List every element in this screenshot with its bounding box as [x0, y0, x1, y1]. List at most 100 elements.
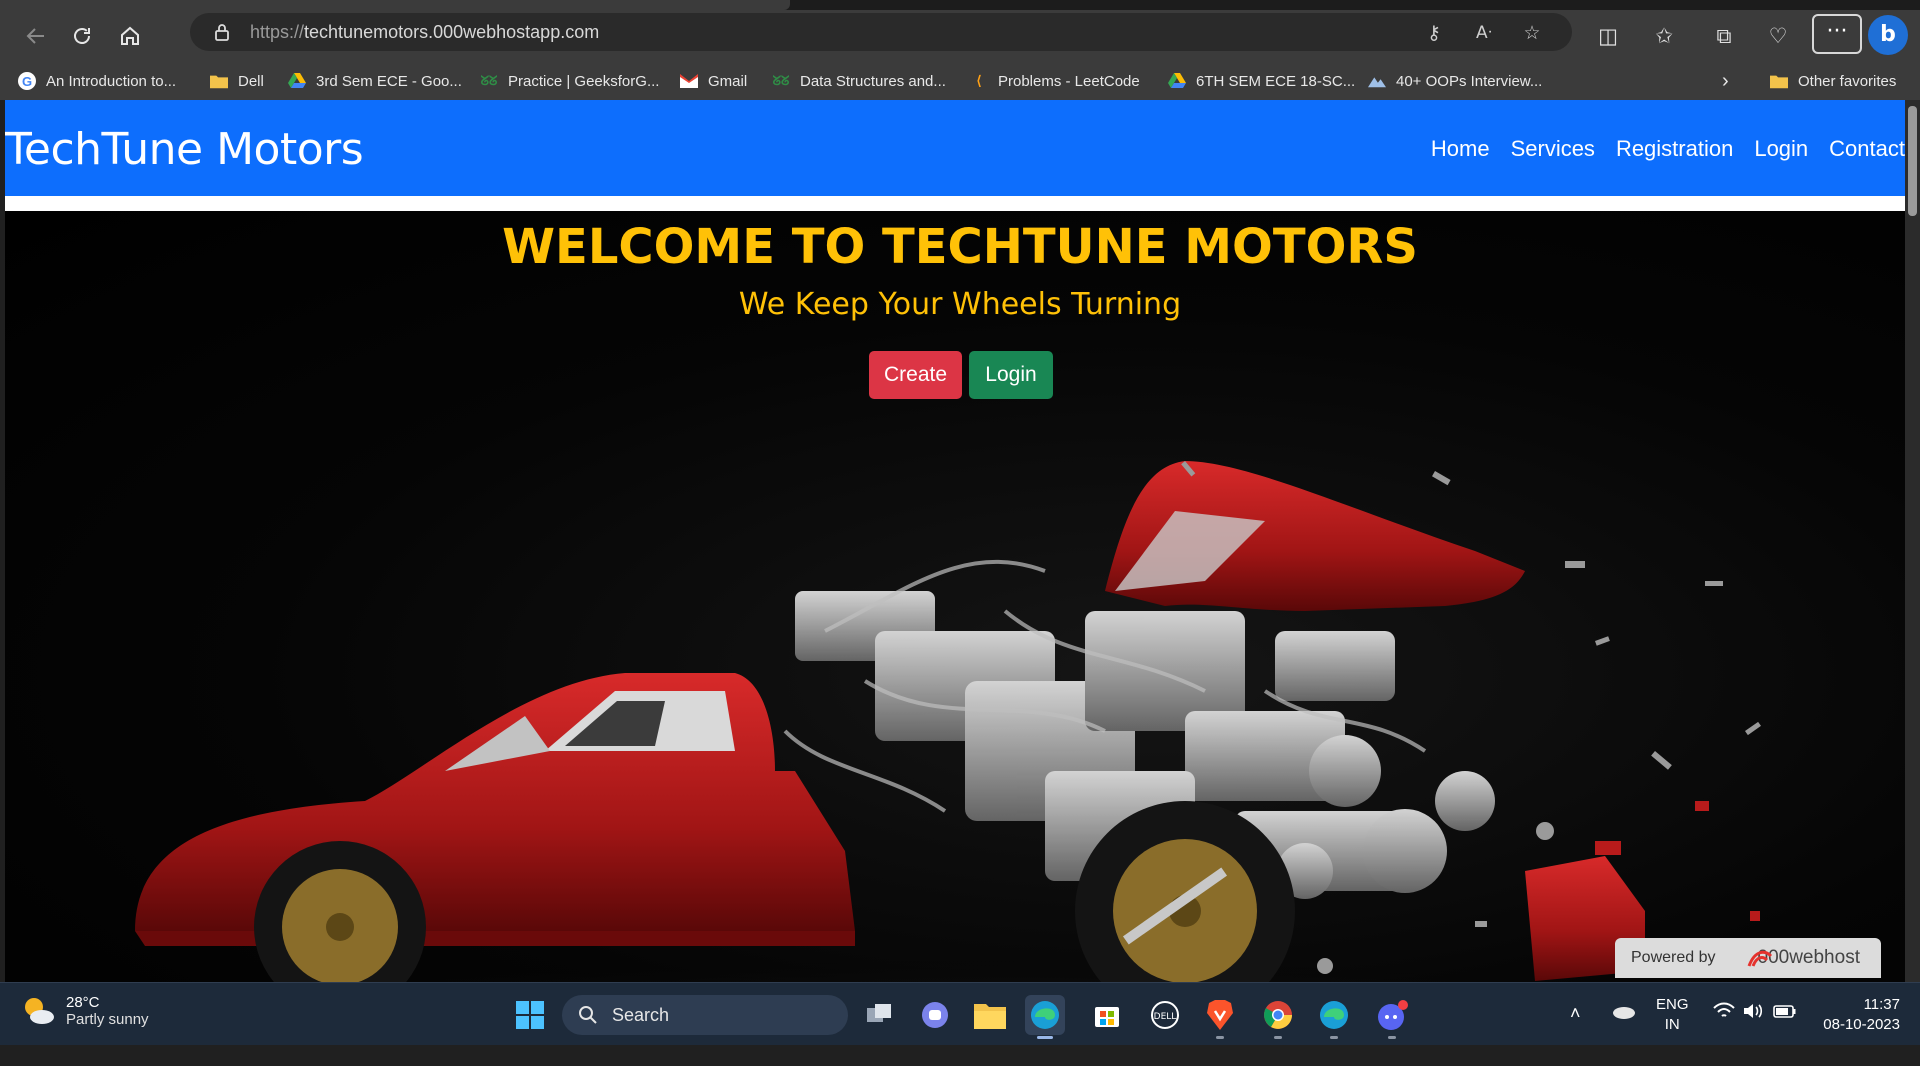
nav-registration[interactable]: Registration: [1616, 136, 1733, 162]
discord-button[interactable]: [1372, 995, 1412, 1039]
weather-temperature: 28°C: [66, 994, 100, 1011]
chat-icon: [922, 1002, 948, 1028]
favorite-item[interactable]: ᘜᘜ Data Structures and...: [772, 67, 946, 95]
back-button[interactable]: [18, 18, 54, 54]
exploded-car-image: [55, 460, 1855, 982]
home-icon: [121, 26, 139, 45]
brave-icon: [1207, 1000, 1233, 1030]
store-button[interactable]: [1087, 995, 1127, 1035]
running-indicator: [1274, 1036, 1282, 1039]
nav-login[interactable]: Login: [1754, 136, 1808, 162]
key-icon[interactable]: ⚷: [1422, 21, 1446, 45]
start-button[interactable]: [510, 995, 550, 1035]
geeksforgeeks-icon: ᘜᘜ: [480, 73, 498, 88]
back-arrow-icon: [26, 28, 44, 44]
dell-app-button[interactable]: DELL: [1145, 995, 1185, 1035]
hero-section: WELCOME TO TECHTUNE MOTORS We Keep Your …: [5, 211, 1905, 982]
task-view-button[interactable]: [859, 995, 899, 1035]
more-menu-button[interactable]: ···: [1812, 14, 1862, 54]
geeksforgeeks-icon: ᘜᘜ: [772, 73, 790, 88]
favorite-item[interactable]: G An Introduction to...: [18, 67, 176, 95]
folder-icon: [974, 1004, 1006, 1029]
interviewbit-icon: [1368, 72, 1386, 90]
chrome-button[interactable]: [1258, 995, 1298, 1039]
favorite-item[interactable]: Gmail: [680, 67, 747, 95]
google-icon: G: [18, 72, 36, 90]
weather-widget[interactable]: 28°C Partly sunny: [20, 993, 149, 1029]
leetcode-icon: ⟨: [976, 73, 982, 88]
microsoft-store-icon: [1095, 1007, 1119, 1027]
battery-icon[interactable]: [1772, 1001, 1798, 1064]
chevron-right-icon[interactable]: ›: [1722, 67, 1729, 95]
scrollbar-thumb[interactable]: [1908, 106, 1917, 216]
nav-services[interactable]: Services: [1511, 136, 1595, 162]
clock-time: 11:37: [1863, 996, 1900, 1013]
clock[interactable]: 11:37 08-10-2023: [1810, 995, 1900, 1058]
language-indicator[interactable]: ENG IN: [1656, 995, 1689, 1058]
partly-sunny-icon: [20, 993, 56, 1029]
chevron-up-icon[interactable]: ˄: [1570, 1003, 1581, 1066]
windows-logo-icon: [516, 1001, 544, 1029]
favorite-item[interactable]: 6TH SEM ECE 18-SC...: [1168, 67, 1355, 95]
refresh-icon: [74, 28, 90, 44]
powered-by-badge[interactable]: Powered by 000webhost: [1615, 938, 1881, 978]
favorite-item[interactable]: 3rd Sem ECE - Goo...: [288, 67, 462, 95]
google-drive-icon: [1168, 72, 1186, 90]
task-view-icon: [867, 1004, 891, 1022]
taskbar-search[interactable]: Search: [562, 995, 848, 1035]
active-tab[interactable]: [0, 0, 790, 10]
clock-date: 08-10-2023: [1823, 1016, 1900, 1033]
svg-text:DELL: DELL: [1154, 1012, 1177, 1022]
edge-icon: [1320, 1001, 1348, 1029]
file-explorer-button[interactable]: [970, 995, 1010, 1035]
refresh-button[interactable]: [64, 18, 100, 54]
home-button[interactable]: [112, 18, 148, 54]
folder-icon: [210, 72, 228, 90]
other-favorites[interactable]: Other favorites: [1770, 67, 1896, 95]
folder-icon: [1770, 72, 1788, 90]
favorite-item[interactable]: ᘜᘜ Practice | GeeksforG...: [480, 67, 660, 95]
favorite-star-icon[interactable]: ☆: [1520, 21, 1544, 45]
collections-icon[interactable]: ⧉: [1708, 20, 1740, 52]
hero-title: WELCOME TO TECHTUNE MOTORS: [502, 219, 1418, 275]
address-bar[interactable]: https://techtunemotors.000webhostapp.com…: [190, 13, 1572, 51]
volume-icon[interactable]: [1742, 1001, 1766, 1064]
windows-taskbar: 28°C Partly sunny Search DELL ˄ ENG IN 1…: [0, 982, 1920, 1045]
login-button[interactable]: Login: [969, 351, 1053, 399]
running-indicator: [1216, 1036, 1224, 1039]
edge-icon: [1031, 1001, 1059, 1029]
brave-button[interactable]: [1200, 995, 1240, 1039]
page-scrollbar[interactable]: [1905, 100, 1920, 982]
dell-icon: DELL: [1151, 1001, 1179, 1029]
browser-essentials-icon[interactable]: ♡: [1762, 20, 1794, 52]
url-text: https://techtunemotors.000webhostapp.com: [250, 22, 600, 42]
nav-contact[interactable]: Contact: [1829, 136, 1905, 162]
nav-links: Home Services Registration Login Contact: [1410, 136, 1905, 162]
discord-icon: [1378, 1000, 1408, 1030]
favorites-bar: G An Introduction to... Dell 3rd Sem ECE …: [0, 62, 1920, 100]
create-button[interactable]: Create: [869, 351, 962, 399]
edge-taskbar-button[interactable]: [1025, 995, 1065, 1039]
onedrive-icon[interactable]: [1610, 1001, 1636, 1064]
bing-copilot-icon[interactable]: b: [1868, 15, 1908, 55]
favorites-icon[interactable]: ✩: [1648, 20, 1680, 52]
favorite-item[interactable]: Dell: [210, 67, 264, 95]
wifi-icon[interactable]: [1712, 1001, 1736, 1064]
browser-toolbar: https://techtunemotors.000webhostapp.com…: [0, 10, 1920, 62]
split-screen-icon[interactable]: ◫: [1592, 20, 1624, 52]
google-drive-icon: [288, 72, 306, 90]
favorite-item[interactable]: 40+ OOPs Interview...: [1368, 67, 1542, 95]
lock-icon: [215, 24, 229, 41]
hero-subtitle: We Keep Your Wheels Turning: [738, 287, 1182, 322]
favorite-item[interactable]: ⟨ Problems - LeetCode: [970, 67, 1139, 95]
edge-beta-button[interactable]: [1314, 995, 1354, 1039]
weather-description: Partly sunny: [66, 1011, 149, 1028]
active-indicator: [1037, 1036, 1053, 1039]
search-label: Search: [612, 1004, 670, 1025]
tab-strip: [0, 0, 1920, 10]
teams-chat-button[interactable]: [915, 995, 955, 1035]
read-aloud-icon[interactable]: Aᐧ: [1472, 21, 1496, 45]
web-page: TechTune Motors Home Services Registrati…: [5, 100, 1905, 982]
site-brand[interactable]: TechTune Motors: [5, 124, 364, 175]
nav-home[interactable]: Home: [1431, 136, 1490, 162]
